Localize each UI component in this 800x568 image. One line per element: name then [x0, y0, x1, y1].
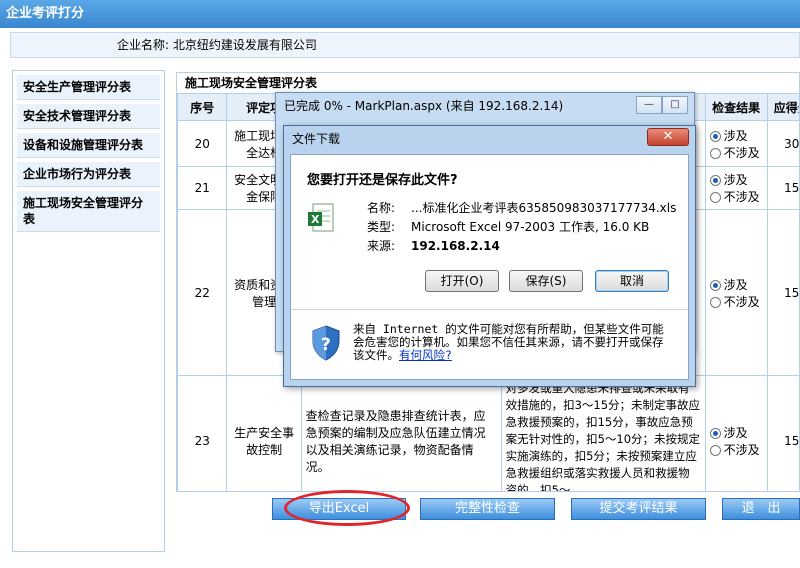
radio-not-involved[interactable]	[709, 192, 721, 203]
company-label: 企业名称:	[117, 38, 170, 52]
sidebar-item-equipment[interactable]: 设备和设施管理评分表	[17, 133, 160, 158]
file-type-row: 类型: Microsoft Excel 97-2003 工作表, 16.0 KB	[367, 218, 649, 235]
sidebar-item-site-safety[interactable]: 施工现场安全管理评分表	[17, 191, 160, 232]
row-no: 23	[177, 375, 228, 491]
file-source-label: 来源:	[367, 239, 396, 253]
row-no: 21	[177, 166, 228, 210]
divider	[291, 309, 688, 310]
header-result: 检查结果	[704, 93, 768, 121]
minimize-icon[interactable]: —	[636, 96, 662, 114]
svg-text:X: X	[311, 213, 320, 226]
row-result: 涉及 不涉及	[704, 209, 768, 376]
row-criteria: 对多发或重大隐患未排查或未采取有效措施的，扣3～15分；未制定事故应急救援预案的…	[500, 375, 706, 491]
table-title: 施工现场安全管理评分表	[177, 73, 799, 93]
radio-involved[interactable]	[709, 279, 721, 291]
sidebar: 安全生产管理评分表 安全技术管理评分表 设备和设施管理评分表 企业市场行为评分表…	[12, 70, 165, 552]
file-name-row: 名称: ...标准化企业考评表635850983037177734.xls	[367, 199, 676, 216]
file-type-label: 类型:	[367, 220, 396, 234]
radio-not-involved[interactable]	[709, 147, 721, 159]
open-button[interactable]: 打开(O)	[425, 270, 499, 292]
radio-label: 不涉及	[723, 190, 760, 204]
sidebar-item-market[interactable]: 企业市场行为评分表	[17, 162, 160, 187]
row-score: 15	[766, 209, 799, 376]
file-name-label: 名称:	[367, 201, 396, 215]
shield-icon: ?	[312, 325, 340, 361]
radio-involved[interactable]	[709, 130, 721, 142]
dialog-title: 文件下载	[292, 132, 341, 146]
integrity-check-button[interactable]: 完整性检查	[420, 498, 555, 520]
row-check: 查检查记录及隐患排查统计表，应急预案的编制及应急队伍建立情况以及相关演练记录，物…	[300, 375, 502, 491]
file-source-row: 来源: 192.168.2.14	[367, 237, 500, 254]
radio-label: 涉及	[723, 128, 748, 143]
maximize-icon[interactable]: □	[662, 96, 688, 114]
excel-file-icon: X	[308, 203, 334, 232]
radio-involved[interactable]	[709, 175, 721, 186]
save-button[interactable]: 保存(S)	[509, 270, 583, 292]
submit-results-button[interactable]: 提交考评结果	[571, 498, 706, 520]
row-item: 生产安全事故控制	[226, 375, 302, 491]
ie-window-controls: — □	[636, 96, 688, 114]
header-no: 序号	[177, 93, 228, 121]
highlight-ellipse	[284, 490, 410, 526]
security-warning: 来自 Internet 的文件可能对您有所帮助，但某些文件可能会危害您的计算机。…	[353, 323, 671, 362]
row-no: 22	[177, 209, 228, 376]
row-result: 涉及 不涉及	[704, 120, 768, 167]
radio-label: 涉及	[723, 277, 748, 292]
radio-label: 涉及	[723, 425, 748, 440]
row-result: 涉及 不涉及	[704, 375, 768, 491]
ie-window-title: 已完成 0% - MarkPlan.aspx (来自 192.168.2.14)	[284, 99, 564, 113]
header-score: 应得分	[766, 93, 799, 121]
radio-label: 涉及	[723, 173, 748, 187]
risk-link[interactable]: 有何风险?	[399, 348, 452, 362]
file-name: ...标准化企业考评表635850983037177734.xls	[411, 201, 677, 215]
file-download-dialog: 文件下载 ✕ 您要打开还是保存此文件? X 名称: ...标准化企业考评表6358…	[283, 125, 696, 387]
radio-label: 不涉及	[723, 294, 760, 309]
radio-label: 不涉及	[723, 145, 760, 160]
file-source: 192.168.2.14	[411, 239, 500, 253]
row-score: 30	[766, 120, 799, 167]
company-name: 北京纽约建设发展有限公司	[172, 38, 317, 52]
exit-button[interactable]: 退 出	[722, 498, 800, 520]
sidebar-item-safety-production[interactable]: 安全生产管理评分表	[17, 75, 160, 100]
row-score: 15	[766, 166, 799, 210]
sidebar-item-safety-tech[interactable]: 安全技术管理评分表	[17, 104, 160, 129]
dialog-question: 您要打开还是保存此文件?	[307, 173, 458, 188]
radio-involved[interactable]	[709, 427, 721, 439]
radio-label: 不涉及	[723, 442, 760, 457]
cancel-button[interactable]: 取消	[595, 270, 669, 292]
company-bar: 企业名称: 北京纽约建设发展有限公司	[10, 32, 800, 58]
radio-not-involved[interactable]	[709, 444, 721, 456]
row-score: 15	[766, 375, 799, 491]
row-result: 涉及 不涉及	[704, 166, 768, 210]
dialog-body: 您要打开还是保存此文件? X 名称: ...标准化企业考评表63585098303…	[290, 154, 689, 380]
close-icon[interactable]: ✕	[647, 128, 689, 146]
radio-not-involved[interactable]	[709, 296, 721, 308]
file-type: Microsoft Excel 97-2003 工作表, 16.0 KB	[411, 220, 650, 234]
window-title: 企业考评打分	[0, 0, 800, 28]
row-no: 20	[177, 120, 228, 167]
svg-text:?: ?	[321, 335, 331, 355]
table-row: 23 生产安全事故控制 查检查记录及隐患排查统计表，应急预案的编制及应急队伍建立…	[177, 375, 799, 491]
